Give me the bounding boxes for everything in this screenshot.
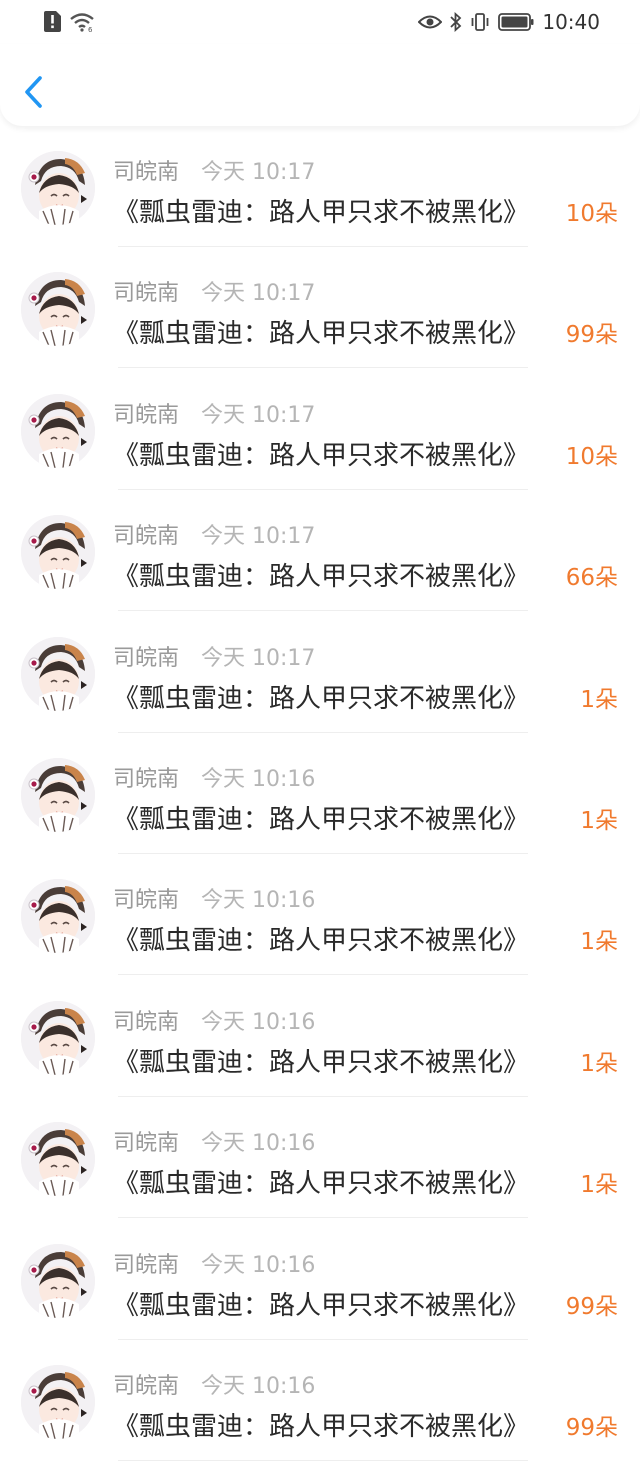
book-title: 《瓢虫雷迪：路人甲只求不被黑化》 xyxy=(113,440,530,471)
sender-name: 司皖南 xyxy=(113,160,180,185)
status-right-icons: 10:40 xyxy=(418,10,600,34)
flower-count: 1朵 xyxy=(580,807,618,834)
flower-count: 1朵 xyxy=(580,1050,618,1077)
status-left-icons: 6 xyxy=(44,11,95,32)
avatar[interactable] xyxy=(21,272,95,347)
avatar[interactable] xyxy=(21,393,95,468)
avatar[interactable] xyxy=(21,515,95,590)
flower-count: 10朵 xyxy=(565,201,618,227)
avatar[interactable] xyxy=(21,1000,95,1075)
timestamp: 今天 10:17 xyxy=(201,402,316,428)
list-item[interactable]: 司皖南 今天 10:17 《瓢虫雷迪：路人甲只求不被黑化》 66朵 xyxy=(0,490,640,612)
flower-count: 99朵 xyxy=(565,322,618,349)
timestamp: 今天 10:16 xyxy=(201,1009,316,1035)
list-item[interactable]: 司皖南 今天 10:16 《瓢虫雷迪：路人甲只求不被黑化》 1朵 xyxy=(0,1097,640,1219)
sender-name: 司皖南 xyxy=(113,281,180,307)
flower-count: 99朵 xyxy=(565,1414,618,1441)
book-title: 《瓢虫雷迪：路人甲只求不被黑化》 xyxy=(113,319,530,350)
avatar[interactable] xyxy=(21,636,95,711)
list-item[interactable]: 司皖南 今天 10:16 《瓢虫雷迪：路人甲只求不被黑化》 99朵 xyxy=(0,1340,640,1461)
list-item[interactable]: 司皖南 今天 10:16 《瓢虫雷迪：路人甲只求不被黑化》 99朵 xyxy=(0,1219,640,1340)
timestamp: 今天 10:16 xyxy=(201,766,316,792)
sender-name: 司皖南 xyxy=(113,645,180,671)
sender-name: 司皖南 xyxy=(113,766,180,792)
book-title: 《瓢虫雷迪：路人甲只求不被黑化》 xyxy=(113,1169,530,1200)
flower-count: 1朵 xyxy=(580,929,618,956)
avatar[interactable] xyxy=(21,757,95,832)
avatar[interactable] xyxy=(21,879,95,954)
avatar[interactable] xyxy=(21,1243,95,1318)
sender-name: 司皖南 xyxy=(113,888,180,914)
vibrate-icon xyxy=(471,13,489,31)
status-bar: 6 10:40 xyxy=(0,0,640,44)
status-time: 10:40 xyxy=(542,10,600,34)
list-item[interactable]: 司皖南 今天 10:17 《瓢虫雷迪：路人甲只求不被黑化》 99朵 xyxy=(0,247,640,369)
timestamp: 今天 10:16 xyxy=(201,1131,316,1157)
book-title: 《瓢虫雷迪：路人甲只求不被黑化》 xyxy=(113,926,530,957)
wifi-icon: 6 xyxy=(70,12,94,32)
sender-name: 司皖南 xyxy=(113,1252,180,1278)
book-title: 《瓢虫雷迪：路人甲只求不被黑化》 xyxy=(113,683,530,714)
eye-icon xyxy=(418,15,443,29)
book-title: 《瓢虫雷迪：路人甲只求不被黑化》 xyxy=(113,1411,530,1442)
flower-count: 1朵 xyxy=(580,686,618,713)
gift-record-list: 司皖南 今天 10:17 《瓢虫雷迪：路人甲只求不被黑化》 10朵 司皖南 今天… xyxy=(0,126,640,1461)
list-item[interactable]: 司皖南 今天 10:17 《瓢虫雷迪：路人甲只求不被黑化》 10朵 xyxy=(0,126,640,247)
timestamp: 今天 10:17 xyxy=(201,160,316,185)
flower-count: 1朵 xyxy=(580,1172,618,1199)
timestamp: 今天 10:17 xyxy=(201,645,316,671)
avatar[interactable] xyxy=(21,1122,95,1197)
chevron-left-icon xyxy=(25,76,42,108)
timestamp: 今天 10:16 xyxy=(201,1252,316,1278)
flower-count: 66朵 xyxy=(565,565,618,592)
sender-name: 司皖南 xyxy=(113,1373,180,1399)
timestamp: 今天 10:17 xyxy=(201,281,316,307)
book-title: 《瓢虫雷迪：路人甲只求不被黑化》 xyxy=(113,1290,530,1321)
book-title: 《瓢虫雷迪：路人甲只求不被黑化》 xyxy=(113,562,530,593)
back-button[interactable] xyxy=(16,68,56,116)
flower-count: 99朵 xyxy=(565,1293,618,1320)
sender-name: 司皖南 xyxy=(113,524,180,550)
timestamp: 今天 10:17 xyxy=(201,524,316,550)
bluetooth-icon xyxy=(450,12,462,32)
list-item[interactable]: 司皖南 今天 10:16 《瓢虫雷迪：路人甲只求不被黑化》 1朵 xyxy=(0,976,640,1097)
nav-bar xyxy=(0,44,640,126)
sender-name: 司皖南 xyxy=(113,1009,180,1035)
alert-sim-icon xyxy=(44,11,61,32)
book-title: 《瓢虫雷迪：路人甲只求不被黑化》 xyxy=(113,1047,530,1078)
list-item[interactable]: 司皖南 今天 10:17 《瓢虫雷迪：路人甲只求不被黑化》 1朵 xyxy=(0,612,640,733)
sender-name: 司皖南 xyxy=(113,402,180,428)
timestamp: 今天 10:16 xyxy=(201,888,316,914)
svg-text:6: 6 xyxy=(88,26,93,32)
flower-count: 10朵 xyxy=(565,443,618,470)
book-title: 《瓢虫雷迪：路人甲只求不被黑化》 xyxy=(113,198,530,228)
timestamp: 今天 10:16 xyxy=(201,1373,316,1399)
battery-icon xyxy=(498,13,534,31)
sender-name: 司皖南 xyxy=(113,1131,180,1157)
avatar[interactable] xyxy=(21,1364,95,1439)
book-title: 《瓢虫雷迪：路人甲只求不被黑化》 xyxy=(113,804,530,835)
list-item[interactable]: 司皖南 今天 10:17 《瓢虫雷迪：路人甲只求不被黑化》 10朵 xyxy=(0,369,640,490)
list-item[interactable]: 司皖南 今天 10:16 《瓢虫雷迪：路人甲只求不被黑化》 1朵 xyxy=(0,733,640,854)
list-item[interactable]: 司皖南 今天 10:16 《瓢虫雷迪：路人甲只求不被黑化》 1朵 xyxy=(0,854,640,976)
avatar[interactable] xyxy=(21,151,95,225)
